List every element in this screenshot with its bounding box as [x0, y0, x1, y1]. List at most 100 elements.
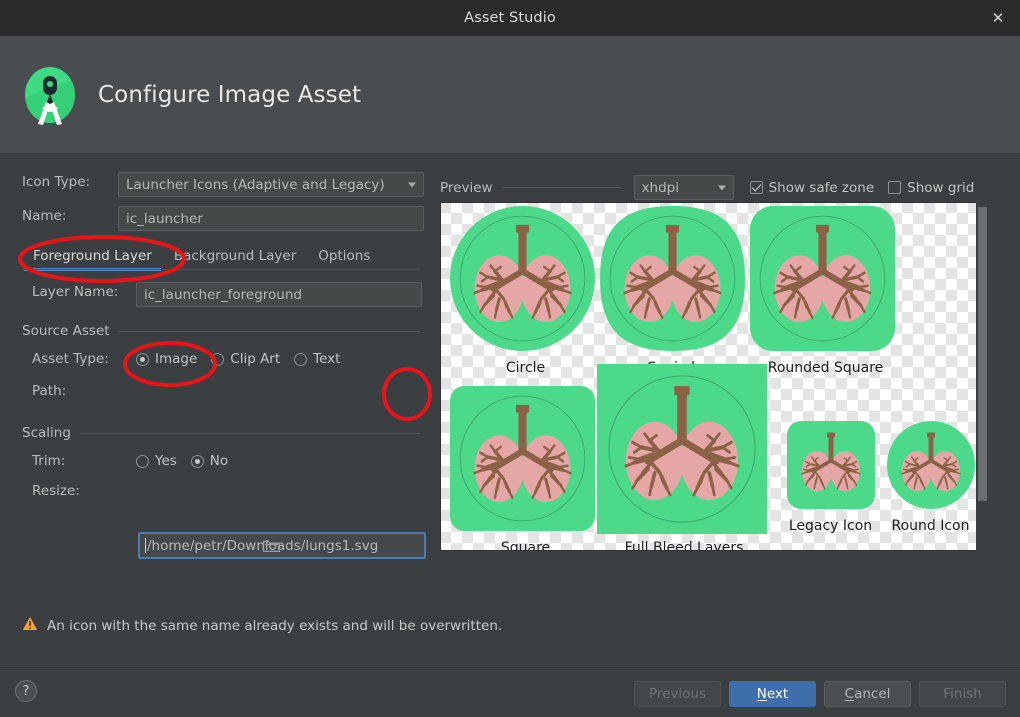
radio-dot-icon	[136, 454, 149, 468]
finish-button-label: Finish	[943, 686, 982, 702]
icon-type-label: Icon Type:	[22, 174, 91, 190]
name-label: Name:	[22, 208, 67, 224]
layer-name-label: Layer Name:	[32, 284, 119, 300]
checkbox-show-safe-zone[interactable]: Show safe zone	[749, 179, 875, 196]
radio-asset-type-text-label: Text	[313, 351, 341, 367]
preview-artwork	[787, 421, 883, 509]
radio-asset-type-text[interactable]: Text	[294, 351, 340, 367]
trim-label: Trim:	[32, 453, 66, 469]
next-button[interactable]: Next	[729, 681, 816, 707]
tab-options-label: Options	[318, 248, 371, 264]
next-button-label: Next	[756, 686, 789, 702]
asset-type-row: Asset Type: Image Clip Art Text	[32, 351, 340, 367]
radio-asset-type-image[interactable]: Image	[136, 351, 197, 367]
asset-type-label: Asset Type:	[32, 351, 109, 367]
preview-scrollbar-thumb[interactable]	[978, 207, 987, 501]
warning-row: An icon with the same name already exist…	[22, 616, 502, 635]
checkmark-icon	[749, 181, 763, 194]
density-value: xhdpi	[641, 179, 679, 196]
status-strip: An icon with the same name already exist…	[0, 604, 1020, 667]
layer-name-value: ic_launcher_foreground	[144, 286, 302, 303]
preview-item-rounded-square[interactable]: Rounded Square	[748, 204, 903, 384]
radio-asset-type-image-label: Image	[155, 351, 198, 367]
preview-canvas[interactable]: Circle Rounded Square Square Full Bleed …	[440, 202, 988, 551]
window-titlebar: Asset Studio ✕	[0, 0, 1020, 36]
warning-triangle-icon	[22, 616, 38, 635]
layer-name-row: Layer Name:	[32, 284, 118, 300]
checkbox-show-safe-zone-label: Show safe zone	[768, 179, 875, 196]
page-title: Configure Image Asset	[98, 81, 362, 108]
radio-dot-icon	[294, 352, 308, 366]
finish-button[interactable]: Finish	[919, 681, 1006, 707]
preview-item-full-bleed[interactable]: Full Bleed Layers	[595, 362, 773, 551]
name-row: Name:	[22, 208, 118, 224]
checkbox-show-grid-label: Show grid	[907, 179, 975, 196]
section-divider	[118, 330, 420, 332]
radio-trim-no-label: No	[209, 453, 229, 469]
icon-type-row: Icon Type:	[22, 174, 118, 190]
android-studio-logo-icon	[22, 64, 78, 126]
close-icon[interactable]: ✕	[976, 0, 1020, 36]
preview-item-label: Circle	[505, 360, 546, 376]
preview-artwork	[450, 206, 603, 351]
preview-item-legacy[interactable]: Legacy Icon	[778, 417, 883, 542]
tab-background-layer[interactable]: Background Layer	[163, 245, 307, 271]
radio-dot-icon	[190, 454, 204, 468]
preview-artwork	[600, 206, 753, 351]
tab-foreground-layer[interactable]: Foreground Layer	[22, 245, 163, 271]
path-field-wrap: /home/petr/Downloads/lungs1.svg	[138, 532, 426, 559]
source-asset-section: Source Asset	[22, 323, 420, 339]
preview-item-squircle[interactable]: Squircle	[598, 204, 753, 384]
path-label: Path:	[32, 383, 67, 399]
radio-asset-type-clipart[interactable]: Clip Art	[211, 351, 280, 367]
preview-artwork	[750, 206, 903, 351]
density-select[interactable]: xhdpi	[633, 175, 734, 200]
checkbox-icon	[888, 181, 902, 194]
chevron-down-icon	[408, 182, 416, 187]
preview-item-partial[interactable]	[500, 550, 647, 551]
radio-trim-no[interactable]: No	[190, 453, 229, 469]
preview-artwork	[887, 421, 983, 509]
radio-trim-yes[interactable]: Yes	[136, 453, 177, 469]
dialog-footer: ? Previous Next Cancel Finish	[0, 668, 1020, 717]
cancel-button[interactable]: Cancel	[824, 681, 911, 707]
preview-item-circle[interactable]: Circle	[448, 204, 603, 384]
help-question-icon[interactable]: ?	[15, 680, 37, 702]
preview-artwork	[450, 386, 603, 531]
settings-pane: Icon Type: Launcher Icons (Adaptive and …	[0, 153, 440, 658]
layer-tabs: Foreground Layer Background Layer Option…	[22, 245, 381, 271]
preview-label: Preview	[440, 179, 493, 196]
folder-browse-icon[interactable]	[258, 536, 284, 555]
resize-label: Resize:	[32, 483, 80, 499]
preview-item-label: Round Icon	[891, 518, 970, 534]
scaling-title: Scaling	[22, 425, 71, 441]
preview-item-label: Legacy Icon	[788, 518, 873, 534]
resize-row: Resize:	[32, 483, 80, 499]
layer-name-input[interactable]: ic_launcher_foreground	[136, 282, 422, 307]
preview-item-round[interactable]: Round Icon	[878, 417, 983, 542]
preview-header: Preview xhdpi Show safe zone Show grid	[440, 175, 1000, 200]
preview-artwork	[597, 364, 773, 534]
preview-item-square[interactable]: Square	[448, 384, 603, 551]
footer-buttons: Previous Next Cancel Finish	[634, 681, 1006, 707]
tab-background-layer-label: Background Layer	[173, 248, 297, 264]
preview-artwork	[502, 550, 647, 551]
radio-asset-type-clipart-label: Clip Art	[230, 351, 281, 367]
tab-foreground-layer-label: Foreground Layer	[33, 248, 152, 264]
name-input[interactable]: ic_launcher	[118, 206, 424, 231]
radio-dot-icon	[211, 352, 225, 366]
preview-divider	[502, 187, 621, 188]
previous-button[interactable]: Previous	[634, 681, 721, 707]
chevron-down-icon	[717, 185, 726, 190]
icon-type-select[interactable]: Launcher Icons (Adaptive and Legacy)	[118, 172, 424, 197]
path-row: Path:	[32, 383, 66, 399]
source-asset-title: Source Asset	[22, 323, 110, 339]
dialog-body: Icon Type: Launcher Icons (Adaptive and …	[0, 153, 1020, 658]
checkbox-show-grid[interactable]: Show grid	[888, 180, 974, 196]
window-title: Asset Studio	[464, 10, 556, 26]
icon-type-value: Launcher Icons (Adaptive and Legacy)	[126, 176, 385, 193]
cancel-button-label: Cancel	[844, 686, 891, 702]
tabs-divider	[22, 269, 420, 270]
warning-text: An icon with the same name already exist…	[47, 617, 503, 634]
tab-options[interactable]: Options	[307, 245, 381, 271]
